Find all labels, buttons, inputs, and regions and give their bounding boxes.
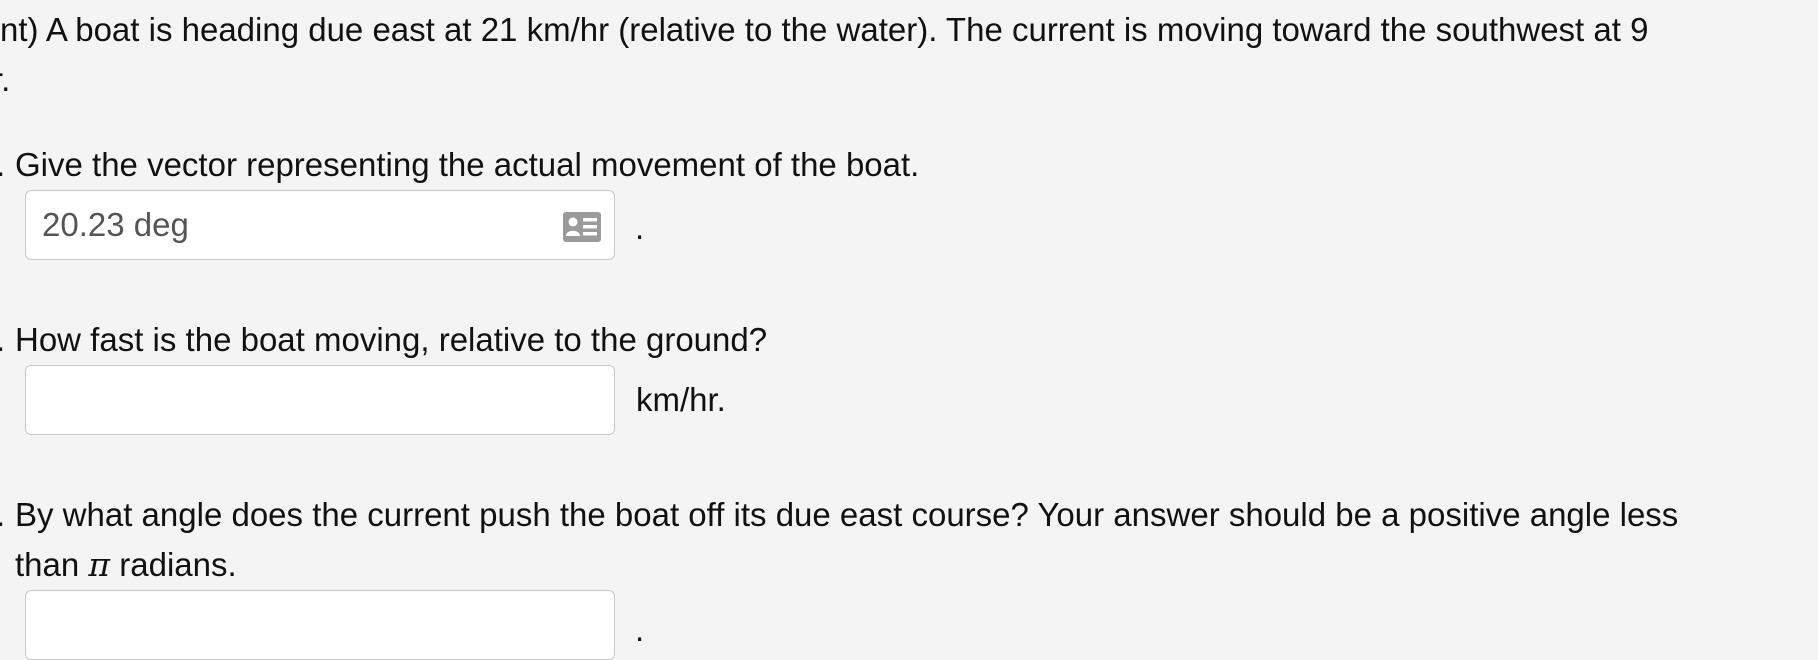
part2-answer-input[interactable] [25, 365, 615, 435]
problem-intro-line1: nt) A boat is heading due east at 21 km/… [0, 11, 1649, 48]
part1-question: Give the vector representing the actual … [15, 146, 920, 183]
preview-answer-icon[interactable] [562, 211, 602, 243]
pi-symbol: π [88, 545, 111, 584]
part2-marker: . [0, 320, 5, 360]
part1-marker: . [0, 145, 5, 185]
part3-marker: . [0, 495, 5, 535]
part3-question-line2: than π radians. [15, 545, 237, 585]
part1-after-text: . [635, 209, 645, 246]
part3-question-line1: By what angle does the current push the … [15, 496, 1679, 533]
problem-page: nt) A boat is heading due east at 21 km/… [0, 0, 1818, 660]
part3-after-text: . [635, 611, 645, 648]
part2-question: How fast is the boat moving, relative to… [15, 321, 768, 358]
part1-answer-input[interactable]: 20.23 deg [25, 190, 615, 260]
part3-question-line2-end: radians. [110, 546, 237, 583]
part2-unit-label: km/hr. [636, 381, 726, 418]
part3-question-line2-start: than [15, 546, 89, 583]
part3-answer-input[interactable] [25, 590, 615, 660]
problem-intro-line2: r. [0, 61, 11, 98]
part1-answer-value: 20.23 deg [42, 206, 189, 243]
